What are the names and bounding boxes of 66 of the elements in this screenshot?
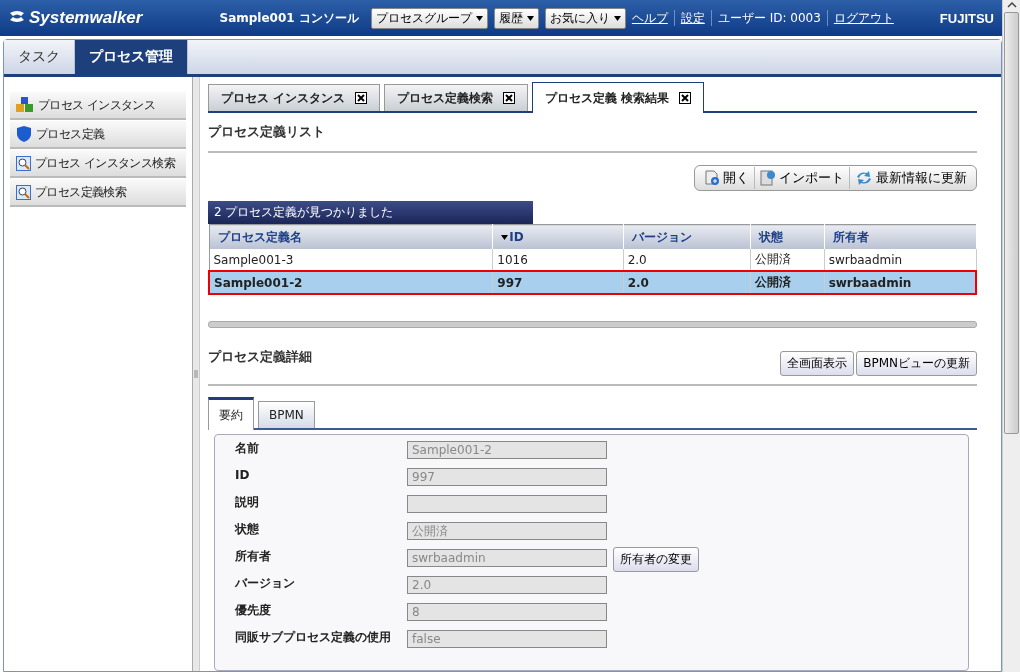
table-cell: Sample001-2 bbox=[209, 271, 493, 294]
sidebar-item[interactable]: プロセス定義 bbox=[10, 121, 186, 149]
header-link[interactable]: ヘルプ bbox=[631, 9, 668, 27]
search-icon bbox=[16, 155, 31, 171]
grip-icon[interactable] bbox=[194, 369, 198, 379]
import-icon bbox=[760, 170, 776, 186]
splitter-handle[interactable] bbox=[208, 321, 977, 328]
scrollbar-thumb[interactable] bbox=[1004, 12, 1019, 434]
action-button[interactable]: BPMNビューの更新 bbox=[856, 351, 977, 376]
table-row[interactable]: Sample001-2 997 2.0 公開済 swrbaadmin bbox=[209, 271, 976, 294]
caret-icon bbox=[613, 15, 621, 21]
column-header[interactable]: 状態 bbox=[750, 224, 825, 249]
action-button[interactable]: 全画面表示 bbox=[780, 351, 855, 376]
table-cell: swrbaadmin bbox=[824, 271, 976, 294]
shield-icon bbox=[16, 126, 32, 142]
cubes-icon bbox=[16, 97, 34, 113]
close-icon[interactable] bbox=[355, 92, 368, 104]
table-cell: 997 bbox=[492, 271, 624, 294]
close-icon[interactable] bbox=[679, 92, 692, 104]
column-header[interactable]: バージョン bbox=[623, 224, 750, 249]
field-label: 所有者 bbox=[235, 549, 272, 563]
field-label: 説明 bbox=[235, 495, 260, 509]
sidebar-item[interactable]: プロセス インスタンス bbox=[10, 92, 186, 120]
content-tab[interactable]: プロセス インスタンス bbox=[208, 84, 381, 111]
section-title: プロセス定義詳細 bbox=[208, 348, 312, 366]
console-title: Sample001 コンソール bbox=[219, 9, 359, 27]
toolbar-button[interactable]: 最新情報に更新 bbox=[850, 167, 972, 189]
close-icon[interactable] bbox=[503, 92, 516, 104]
scroll-up-icon[interactable] bbox=[1006, 0, 1017, 10]
document-plus-icon bbox=[704, 170, 720, 186]
sidebar-item[interactable]: プロセス インスタンス検索 bbox=[10, 150, 186, 178]
column-header[interactable]: 所有者 bbox=[824, 224, 976, 249]
result-caption: 2 プロセス定義が見つかりました bbox=[208, 201, 533, 224]
field-label: 同販サブプロセス定義の使用 bbox=[235, 630, 392, 644]
change-owner-button[interactable]: 所有者の変更 bbox=[613, 547, 699, 572]
column-header[interactable]: ID bbox=[492, 224, 624, 249]
field-label: バージョン bbox=[235, 576, 296, 590]
dropdown-button[interactable]: お気に入り bbox=[544, 7, 626, 29]
content-tab[interactable]: プロセス定義 検索結果 bbox=[532, 82, 705, 113]
dropdown-button[interactable]: 履歴 bbox=[493, 7, 539, 29]
field-label: 名前 bbox=[235, 441, 260, 455]
toolbar-button[interactable]: インポート bbox=[755, 167, 850, 189]
logout-link[interactable]: ログアウト bbox=[833, 9, 894, 27]
field-label: 優先度 bbox=[235, 603, 272, 617]
refresh-icon bbox=[855, 170, 873, 186]
caret-icon bbox=[526, 15, 534, 21]
app-logo: Systemwalker bbox=[8, 8, 143, 28]
toolbar-button[interactable]: 開く bbox=[699, 167, 755, 189]
header-link[interactable]: 設定 bbox=[680, 9, 705, 27]
input-field[interactable] bbox=[407, 495, 607, 513]
section-title: プロセス定義リスト bbox=[208, 113, 977, 153]
caret-icon bbox=[475, 15, 483, 21]
column-header[interactable]: プロセス定義名 bbox=[209, 224, 493, 249]
main-tab[interactable]: プロセス管理 bbox=[75, 40, 188, 74]
content-tab[interactable]: プロセス定義検索 bbox=[384, 84, 529, 111]
field-label: 状態 bbox=[235, 522, 260, 536]
table-cell: 公開済 bbox=[750, 271, 825, 294]
detail-tab[interactable]: 要約 bbox=[208, 397, 254, 430]
detail-tab[interactable]: BPMN bbox=[258, 401, 315, 428]
brand-logo: FUJITSU bbox=[939, 10, 994, 26]
field-label: ID bbox=[235, 468, 251, 482]
dropdown-button[interactable]: プロセスグループ bbox=[370, 7, 488, 29]
user-id: ユーザー ID: 0003 bbox=[717, 9, 821, 27]
search-icon bbox=[16, 184, 31, 200]
table-cell: 2.0 bbox=[623, 271, 750, 294]
sidebar-item[interactable]: プロセス定義検索 bbox=[10, 179, 186, 207]
